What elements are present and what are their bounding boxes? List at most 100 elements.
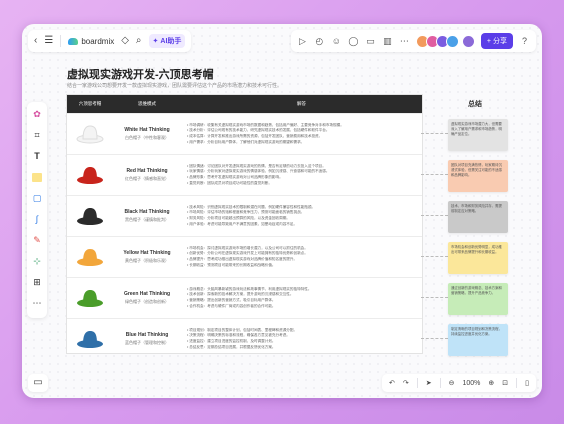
- frame-icon[interactable]: ⌗: [31, 129, 43, 141]
- ai-assistant-button[interactable]: ✦ AI助手: [148, 34, 186, 48]
- share-button[interactable]: + 分享: [480, 33, 513, 49]
- zoom-out-icon[interactable]: ⊖: [449, 379, 455, 387]
- column-header: 六顶思考帽: [78, 101, 102, 106]
- hat-cell: [67, 288, 113, 308]
- sticky-note[interactable]: 制定清晰的项目规划和决策流程，持续监控进度并优化方案。: [448, 324, 508, 356]
- connector-icon[interactable]: ∫: [31, 213, 43, 225]
- sparkle-icon: ✦: [152, 38, 159, 45]
- hat-cell: [67, 206, 113, 226]
- thinking-mode-cell: Green Hat Thinking 绿色帽子（创造和创新）: [113, 291, 181, 305]
- zoom-level[interactable]: 100%: [462, 380, 480, 387]
- column-header: 思维模式: [138, 101, 156, 106]
- menu-icon[interactable]: ☰: [44, 36, 53, 46]
- sticky-note-icon[interactable]: [31, 171, 43, 183]
- hat-name: Red Hat Thinking: [126, 168, 168, 174]
- boardmix-logo-icon: [68, 37, 79, 45]
- top-right-toolbar: ▷ ◴ ☺ ◯ ▭ ▥ ⋯ + 分享 ?: [290, 30, 536, 52]
- redo-icon[interactable]: ↷: [403, 379, 409, 387]
- help-icon[interactable]: ?: [519, 36, 530, 46]
- chat-icon[interactable]: ▭: [365, 36, 376, 47]
- sticky-note[interactable]: 团队对项目充满热情，玩家期待沉浸式体验，但需关注可能的不适感和品牌影响。: [448, 160, 508, 192]
- brand[interactable]: boardmix: [68, 37, 114, 46]
- hat-icon: [77, 290, 103, 307]
- user-plus-icon: +: [486, 37, 491, 45]
- answer-cell: • 游戏概念：头脑风暴新颖的游戏玩法和故事情节，利用虚拟现实的独特特性。 • 技术…: [181, 287, 422, 309]
- comment-icon[interactable]: ◯: [348, 36, 359, 47]
- mindmap-icon[interactable]: ⊹: [31, 255, 43, 267]
- hat-icon: [76, 125, 104, 144]
- more-icon[interactable]: ⋯: [399, 36, 410, 47]
- hat-icon: [77, 331, 103, 348]
- table-row[interactable]: Yellow Hat Thinking 黄色帽子（积极和乐观） • 市场机会：探讨虚…: [67, 236, 422, 277]
- column-header: 解答: [297, 101, 306, 106]
- brand-name: boardmix: [81, 36, 115, 46]
- shape-icon[interactable]: ▢: [31, 192, 43, 204]
- hat-name: Green Hat Thinking: [123, 291, 171, 297]
- connector-line: [421, 338, 448, 339]
- hat-subtitle: 绿色帽子（创造和创新）: [125, 299, 169, 304]
- table-row[interactable]: Black Hat Thinking 黑色帽子（谨慎和批判） • 技术风险：识别虚拟…: [67, 195, 422, 236]
- play-icon[interactable]: ▷: [297, 36, 308, 47]
- six-hats-table[interactable]: 六顶思考帽 思维模式 解答 White Hat Thinking 白色帽子（中性和…: [66, 94, 423, 354]
- share-label: 分享: [493, 38, 507, 45]
- zoom-in-icon[interactable]: ⊕: [488, 379, 494, 387]
- page-subtitle: 结合一家游戏公司想要开发一款虚拟现实游戏，团队需要评估这个产品的市场潜力和技术可…: [67, 83, 283, 89]
- table-row[interactable]: Green Hat Thinking 绿色帽子（创造和创新） • 游戏概念：头脑风暴…: [67, 277, 422, 318]
- divider: [439, 378, 441, 388]
- table-row[interactable]: Red Hat Thinking 红色帽子（情感和直觉） • 团队情绪：讨论团队对开…: [67, 154, 422, 195]
- table-row[interactable]: Blue Hat Thinking 蓝色帽子（管理和控制） • 项目规划：制定项目的…: [67, 318, 422, 359]
- hat-cell: [67, 124, 113, 144]
- minimap-icon: ▭: [33, 377, 43, 388]
- answer-line: • 直觉判断：团队成员对项目成功可能性的直觉判断。: [187, 180, 272, 185]
- tag-icon[interactable]: ◇: [121, 36, 129, 46]
- collaborator-avatars[interactable]: [415, 34, 459, 48]
- hat-name: Blue Hat Thinking: [125, 332, 169, 338]
- user-avatar[interactable]: [461, 34, 475, 48]
- undo-icon[interactable]: ↶: [389, 379, 395, 387]
- chart-icon[interactable]: ▥: [382, 36, 393, 47]
- search-icon[interactable]: ⌕: [136, 36, 142, 46]
- fit-view-icon[interactable]: ⊡: [502, 379, 508, 387]
- ai-assistant-label: AI助手: [160, 38, 182, 45]
- hat-icon: [77, 208, 103, 225]
- connector-line: [421, 133, 448, 134]
- table-row[interactable]: White Hat Thinking 白色帽子（中性和客观） • 市场调研：收集有关…: [67, 113, 422, 154]
- avatar[interactable]: [445, 34, 459, 48]
- divider: [416, 378, 418, 388]
- hat-icon: [77, 167, 103, 184]
- answer-line: • 用户体验：考虑可能导致用户不满意的因素，如晕动症或内容不足。: [187, 221, 298, 226]
- answer-cell: • 项目规划：制定项目的整体计划，包括时间表、里程碑和资源分配。 • 决策流程：明…: [181, 328, 422, 350]
- connector-line: [421, 297, 448, 298]
- pen-icon[interactable]: ✎: [31, 234, 43, 246]
- top-left-toolbar: ‹ ☰ boardmix ◇ ⌕ ✦ AI助手: [28, 30, 192, 52]
- connector-line: [421, 174, 448, 175]
- text-icon[interactable]: T: [31, 150, 43, 162]
- thinking-mode-cell: Yellow Hat Thinking 黄色帽子（积极和乐观）: [113, 250, 181, 264]
- thinking-mode-cell: White Hat Thinking 白色帽子（中性和客观）: [113, 127, 181, 141]
- sticky-note[interactable]: 虚拟现实游戏市场潜力大，但需要深入了解用户需求和市场趋势，明确产品定位。: [448, 119, 508, 151]
- thinking-mode-cell: Blue Hat Thinking 蓝色帽子（管理和控制）: [113, 332, 181, 346]
- reaction-icon[interactable]: ☺: [331, 36, 342, 46]
- answer-cell: • 市场机会：探讨虚拟现实游戏市场的增长潜力，以及公司可以抓住的机会。 • 创新优…: [181, 246, 422, 268]
- answer-cell: • 技术风险：识别虚拟现实技术的限制和潜在问题，例如硬件兼容性和性能瓶颈。 • 市…: [181, 205, 422, 227]
- timer-icon[interactable]: ◴: [314, 36, 325, 47]
- book-icon[interactable]: ▯: [525, 379, 529, 387]
- template-icon[interactable]: ⊞: [31, 276, 43, 288]
- pointer-icon[interactable]: ➤: [426, 379, 432, 387]
- answer-cell: • 市场调研：收集有关虚拟现实游戏市场的数据和趋势，包括用户偏好、主要竞争对手和…: [181, 123, 422, 145]
- sticky-note[interactable]: 技术、市场和财务风险并存，需提前制定应对策略。: [448, 201, 508, 233]
- divider: [516, 378, 518, 388]
- thinking-mode-cell: Red Hat Thinking 红色帽子（情感和直觉）: [113, 168, 181, 182]
- table-header: 六顶思考帽 思维模式 解答: [67, 95, 422, 113]
- answer-line: • 总结反思：定期总结项目进展，并根据反馈优化方案。: [187, 344, 276, 349]
- sticky-note[interactable]: 通过创新的游戏概念、技术方案和营销策略，提升产品竞争力。: [448, 283, 508, 315]
- sticky-note[interactable]: 市场机会和创新优势明显，成功推出可带来品牌提升和长期收益。: [448, 242, 508, 274]
- hat-cell: [67, 165, 113, 185]
- ai-palette-icon[interactable]: ✿: [31, 108, 43, 120]
- hat-cell: [67, 247, 113, 267]
- more-tools-icon[interactable]: ⋯: [31, 297, 43, 309]
- hat-subtitle: 蓝色帽子（管理和控制）: [125, 340, 169, 345]
- back-icon[interactable]: ‹: [34, 36, 37, 46]
- minimap-button[interactable]: ▭: [28, 374, 48, 392]
- connector-line: [421, 256, 448, 257]
